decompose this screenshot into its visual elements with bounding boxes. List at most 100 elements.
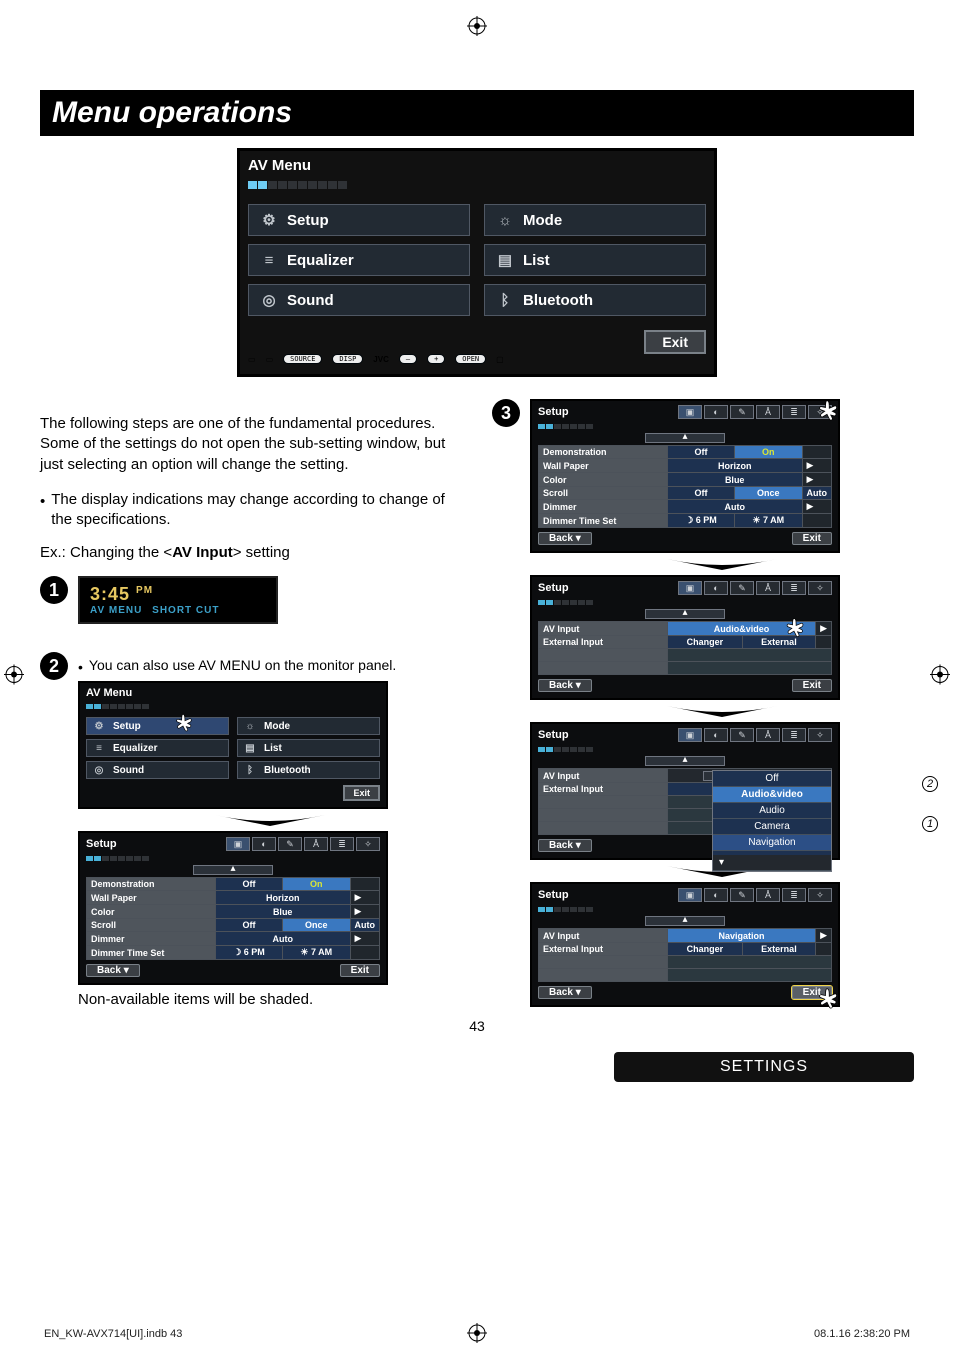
row-dimmer-time[interactable]: Dimmer Time Set (87, 946, 216, 960)
tab-icon[interactable]: ▣ (678, 888, 702, 902)
hero-av-menu: AV Menu ⚙Setup ☼Mode ≡Equalizer ▤ List ◎S… (237, 148, 717, 377)
footer-right: 08.1.16 2:38:20 PM (814, 1328, 910, 1340)
av-input-dropdown[interactable]: Off Audio&video Audio Camera Navigation … (712, 770, 832, 872)
menu-item-bluetooth[interactable]: ᛒBluetooth (484, 284, 706, 316)
example-label: Ex.: Changing the <AV Input> setting (40, 544, 462, 561)
tab-icon[interactable]: ◐ (252, 837, 276, 851)
tab-icon[interactable]: ▣ (678, 581, 702, 595)
exit-button[interactable]: Exit (340, 964, 380, 977)
av-menu-icon[interactable]: AV MENU (90, 605, 142, 616)
tab-icon[interactable]: Å (756, 888, 780, 902)
row-demonstration[interactable]: Demonstration (87, 878, 216, 891)
tab-icon[interactable]: ✧ (808, 888, 832, 902)
source-button[interactable]: SOURCE (283, 354, 322, 364)
menu-item-equalizer[interactable]: ≡Equalizer (248, 244, 470, 276)
row-external-input[interactable]: External Input (539, 783, 668, 796)
tab-icon[interactable]: ≣ (782, 581, 806, 595)
row-av-input[interactable]: AV Input (539, 622, 668, 636)
progress-bar (248, 176, 706, 194)
scroll-up-button[interactable] (645, 916, 725, 926)
tab-icon[interactable]: ✎ (730, 581, 754, 595)
tab-icon[interactable]: ≣ (782, 405, 806, 419)
tab-icon[interactable]: ✎ (730, 728, 754, 742)
hero-menu-title: AV Menu (248, 157, 706, 174)
row-wallpaper[interactable]: Wall Paper (87, 891, 216, 905)
exit-button[interactable]: Exit (792, 532, 832, 545)
shortcut-icon[interactable]: SHORT CUT (152, 605, 219, 616)
label: List (523, 252, 550, 269)
row-scroll[interactable]: Scroll (87, 919, 216, 932)
menu-item-bluetooth[interactable]: ᛒBluetooth (237, 761, 380, 779)
step2-av-menu: AV Menu ⚙Setup ☼Mode ≡Equalizer ▤List ◎S… (78, 681, 388, 809)
row-external-input[interactable]: External Input (539, 636, 668, 649)
plus-button[interactable]: + (427, 354, 445, 364)
label: Setup (287, 212, 329, 229)
tab-icon[interactable]: ≣ (782, 888, 806, 902)
menu-item-mode[interactable]: ☼Mode (237, 717, 380, 735)
intro-paragraph: The following steps are one of the funda… (40, 414, 462, 475)
exit-button[interactable]: Exit (343, 785, 380, 801)
avmenu-button[interactable]: ▭ (266, 355, 274, 364)
menu-item-equalizer[interactable]: ≡Equalizer (86, 739, 229, 757)
open-button[interactable]: OPEN (455, 354, 486, 364)
menu-item-setup[interactable]: ⚙Setup (248, 204, 470, 236)
row-av-input[interactable]: AV Input (539, 929, 668, 943)
row-external-input[interactable]: External Input (539, 943, 668, 956)
back-button[interactable]: Back (538, 839, 592, 852)
tab-icon[interactable]: ✧ (808, 728, 832, 742)
tab-icon[interactable]: Å (304, 837, 328, 851)
tab-icon[interactable]: Å (756, 581, 780, 595)
tab-icon[interactable]: ≣ (330, 837, 354, 851)
tab-icon[interactable]: ✧ (356, 837, 380, 851)
row-av-input[interactable]: AV Input (539, 769, 668, 783)
registration-mark-bottom (467, 1323, 487, 1346)
row-color[interactable]: Color (87, 905, 216, 919)
menu-item-setup[interactable]: ⚙Setup (86, 717, 229, 735)
label: Sound (287, 292, 334, 309)
drop-scroll-down-icon[interactable]: ▾ (713, 855, 831, 871)
tab-icon[interactable]: ✎ (730, 888, 754, 902)
minus-button[interactable]: – (399, 354, 417, 364)
tab-icon[interactable]: ▣ (678, 405, 702, 419)
scroll-up-button[interactable] (645, 609, 725, 619)
row-dimmer[interactable]: Dimmer (87, 932, 216, 946)
exit-button[interactable]: Exit (644, 330, 706, 354)
drop-item[interactable]: Off (713, 771, 831, 787)
tab-icon[interactable]: Å (756, 728, 780, 742)
back-button[interactable]: Back (538, 986, 592, 999)
mode-button[interactable]: ▭ (248, 355, 256, 364)
menu-item-sound[interactable]: ◎Sound (86, 761, 229, 779)
disp-button[interactable]: DISP (332, 354, 363, 364)
tap-pointer-icon (812, 397, 842, 429)
drop-item[interactable]: Navigation (713, 835, 831, 851)
tap-pointer-icon (780, 615, 808, 645)
tab-icon[interactable]: ▣ (678, 728, 702, 742)
tab-icon[interactable]: ◐ (704, 728, 728, 742)
exit-button[interactable]: Exit (792, 679, 832, 692)
drop-item[interactable]: Audio (713, 803, 831, 819)
menu-item-list[interactable]: ▤ List (484, 244, 706, 276)
list-icon: ▤ (495, 250, 515, 270)
menu-item-list[interactable]: ▤List (237, 739, 380, 757)
drop-item[interactable]: Audio&video (713, 787, 831, 803)
label: Equalizer (287, 252, 354, 269)
step2-badge: 2 (40, 652, 68, 680)
drop-item[interactable]: Camera (713, 819, 831, 835)
menu-item-sound[interactable]: ◎Sound (248, 284, 470, 316)
scroll-up-button[interactable] (645, 756, 725, 766)
tab-icon[interactable]: Å (756, 405, 780, 419)
scroll-up-button[interactable] (645, 433, 725, 443)
scroll-up-button[interactable] (193, 865, 273, 875)
back-button[interactable]: Back (86, 964, 140, 977)
tab-icon[interactable]: ≣ (782, 728, 806, 742)
tab-icon[interactable]: ◐ (704, 405, 728, 419)
tab-icon[interactable]: ▣ (226, 837, 250, 851)
back-button[interactable]: Back (538, 679, 592, 692)
back-button[interactable]: Back (538, 532, 592, 545)
tab-icon[interactable]: ✧ (808, 581, 832, 595)
tab-icon[interactable]: ✎ (730, 405, 754, 419)
tab-icon[interactable]: ◐ (704, 888, 728, 902)
menu-item-mode[interactable]: ☼Mode (484, 204, 706, 236)
tab-icon[interactable]: ✎ (278, 837, 302, 851)
tab-icon[interactable]: ◐ (704, 581, 728, 595)
